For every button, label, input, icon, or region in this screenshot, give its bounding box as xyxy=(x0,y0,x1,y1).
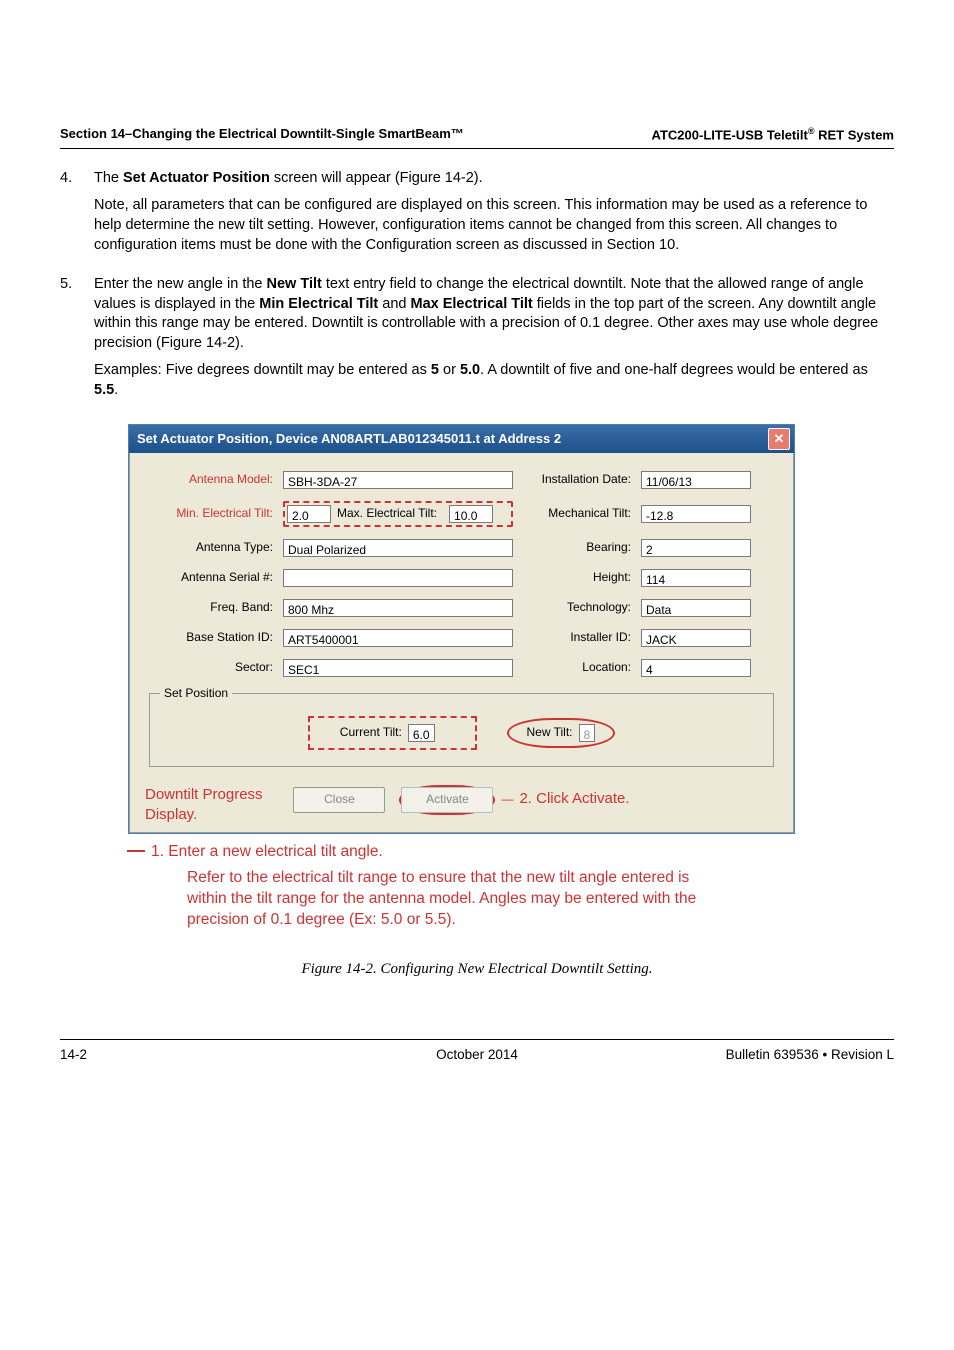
label-max-tilt: Max. Electrical Tilt: xyxy=(337,505,443,521)
note-1-text: 1. Enter a new electrical tilt angle. xyxy=(151,843,383,860)
label-min-tilt: Min. Electrical Tilt: xyxy=(149,505,279,521)
label-tech: Technology: xyxy=(517,599,637,615)
dialog-window: Set Actuator Position, Device AN08ARTLAB… xyxy=(128,424,795,834)
label-bearing: Bearing: xyxy=(517,539,637,555)
close-icon[interactable]: ✕ xyxy=(768,428,790,450)
step-4-line2: Note, all parameters that can be configu… xyxy=(94,196,894,255)
t: Set Actuator Position xyxy=(123,170,270,186)
field-mech-tilt[interactable]: -12.8 xyxy=(641,505,751,523)
activate-button[interactable]: Activate xyxy=(401,787,493,813)
field-serial[interactable] xyxy=(283,569,513,587)
t: . A downtilt of five and one-half degree… xyxy=(480,362,868,378)
t: . xyxy=(114,382,118,398)
callout-click-activate: 2. Click Activate. xyxy=(519,789,629,809)
field-tech[interactable]: Data xyxy=(641,599,751,617)
step-5-line1: Enter the new angle in the New Tilt text… xyxy=(94,275,894,353)
step-5: 5. Enter the new angle in the New Tilt t… xyxy=(60,275,894,408)
dialog-title: Set Actuator Position, Device AN08ARTLAB… xyxy=(137,430,561,448)
footer-center: October 2014 xyxy=(436,1046,518,1064)
t: and xyxy=(378,296,410,312)
field-bs-id[interactable]: ART5400001 xyxy=(283,629,513,647)
step-4: 4. The Set Actuator Position screen will… xyxy=(60,169,894,263)
t: Min Electrical Tilt xyxy=(259,296,378,312)
tilt-range-highlight: 2.0 Max. Electrical Tilt: 10.0 xyxy=(283,501,513,527)
figure-notes: 1. Enter a new electrical tilt angle. Re… xyxy=(155,842,894,932)
t: or xyxy=(439,362,460,378)
dialog-body: Antenna Model: SBH-3DA-27 Installation D… xyxy=(129,453,794,833)
label-height: Height: xyxy=(517,569,637,585)
label-freq: Freq. Band: xyxy=(149,599,279,615)
t: New Tilt xyxy=(267,276,322,292)
button-row: Downtilt Progress Display. Close Activat… xyxy=(149,785,774,815)
field-freq[interactable]: 800 Mhz xyxy=(283,599,513,617)
field-sector[interactable]: SEC1 xyxy=(283,659,513,677)
t: Examples: Five degrees downtilt may be e… xyxy=(94,362,431,378)
set-position-legend: Set Position xyxy=(160,685,232,701)
field-antenna-model[interactable]: SBH-3DA-27 xyxy=(283,471,513,489)
callout-progress: Downtilt Progress Display. xyxy=(145,785,305,826)
label-serial: Antenna Serial #: xyxy=(149,569,279,585)
running-head-right: ATC200-LITE-USB Teletilt® RET System xyxy=(652,125,894,144)
label-location: Location: xyxy=(517,659,637,675)
label-mech-tilt: Mechanical Tilt: xyxy=(517,505,637,521)
page: Section 14–Changing the Electrical Downt… xyxy=(0,0,954,1350)
field-max-tilt[interactable]: 10.0 xyxy=(449,505,493,523)
new-tilt-highlight: New Tilt: 8 xyxy=(507,718,616,748)
footer-left: 14-2 xyxy=(60,1046,87,1064)
field-current-tilt: 6.0 xyxy=(408,724,435,742)
note-1: 1. Enter a new electrical tilt angle. xyxy=(127,842,894,863)
set-position-group: Set Position Current Tilt: 6.0 New Tilt:… xyxy=(149,693,774,767)
t: screen will appear (Figure 14-2). xyxy=(270,170,483,186)
label-install-date: Installation Date: xyxy=(517,471,637,487)
running-head: Section 14–Changing the Electrical Downt… xyxy=(60,125,894,149)
t: Enter the new angle in the xyxy=(94,276,267,292)
field-new-tilt[interactable]: 8 xyxy=(579,724,596,742)
current-tilt-highlight: Current Tilt: 6.0 xyxy=(308,716,477,750)
step-4-number: 4. xyxy=(60,169,94,263)
rh-right-prefix: ATC200-LITE-USB Teletilt xyxy=(652,127,808,142)
running-head-left: Section 14–Changing the Electrical Downt… xyxy=(60,125,464,144)
field-bearing[interactable]: 2 xyxy=(641,539,751,557)
step-5-number: 5. xyxy=(60,275,94,408)
close-button[interactable]: Close xyxy=(293,787,385,813)
label-bs-id: Base Station ID: xyxy=(149,629,279,645)
step-4-line1: The Set Actuator Position screen will ap… xyxy=(94,169,894,189)
field-installer[interactable]: JACK xyxy=(641,629,751,647)
field-height[interactable]: 114 xyxy=(641,569,751,587)
field-min-tilt[interactable]: 2.0 xyxy=(287,505,331,523)
label-new-tilt: New Tilt: xyxy=(527,724,573,740)
label-antenna-type: Antenna Type: xyxy=(149,539,279,555)
figure-wrap: Set Actuator Position, Device AN08ARTLAB… xyxy=(60,424,894,932)
t: Max Electrical Tilt xyxy=(411,296,533,312)
field-install-date[interactable]: 11/06/13 xyxy=(641,471,751,489)
step-5-examples: Examples: Five degrees downtilt may be e… xyxy=(94,361,894,400)
t: 5.0 xyxy=(460,362,480,378)
field-location[interactable]: 4 xyxy=(641,659,751,677)
note-2: Refer to the electrical tilt range to en… xyxy=(187,868,727,931)
label-antenna-model: Antenna Model: xyxy=(149,471,279,487)
t: 5 xyxy=(431,362,439,378)
label-current-tilt: Current Tilt: xyxy=(340,724,402,740)
label-installer: Installer ID: xyxy=(517,629,637,645)
registered-mark: ® xyxy=(808,126,815,136)
dialog-titlebar: Set Actuator Position, Device AN08ARTLAB… xyxy=(129,425,794,453)
t: 5.5 xyxy=(94,382,114,398)
figure-caption: Figure 14-2. Configuring New Electrical … xyxy=(60,959,894,979)
rh-right-suffix: RET System xyxy=(815,127,894,142)
footer-right: Bulletin 639536 • Revision L xyxy=(726,1046,894,1064)
field-antenna-type[interactable]: Dual Polarized xyxy=(283,539,513,557)
label-sector: Sector: xyxy=(149,659,279,675)
form-grid: Antenna Model: SBH-3DA-27 Installation D… xyxy=(149,471,774,677)
page-footer: 14-2 October 2014 Bulletin 639536 • Revi… xyxy=(60,1039,894,1064)
t: The xyxy=(94,170,123,186)
